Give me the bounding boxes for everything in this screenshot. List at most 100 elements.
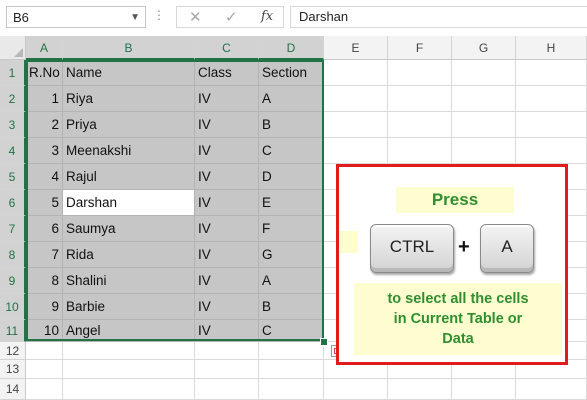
cell-b11[interactable]: Angel bbox=[63, 320, 195, 342]
cell-f1[interactable] bbox=[388, 60, 452, 86]
cell-d2[interactable]: A bbox=[259, 86, 324, 112]
row-header-4[interactable]: 4 bbox=[0, 138, 26, 164]
row-header-2[interactable]: 2 bbox=[0, 86, 26, 112]
cell-d4[interactable]: C bbox=[259, 138, 324, 164]
cell-b12[interactable] bbox=[63, 342, 195, 360]
cell-d3[interactable]: B bbox=[259, 112, 324, 138]
cell-d12[interactable] bbox=[259, 342, 324, 360]
cell-b2[interactable]: Riya bbox=[63, 86, 195, 112]
cell-c12[interactable] bbox=[195, 342, 259, 360]
cell-a14[interactable] bbox=[26, 379, 63, 400]
cell-f2[interactable] bbox=[388, 86, 452, 112]
cell-d11[interactable]: C bbox=[259, 320, 324, 342]
cell-b14[interactable] bbox=[63, 379, 195, 400]
cell-f4[interactable] bbox=[388, 138, 452, 164]
cell-g4[interactable] bbox=[452, 138, 516, 164]
row-header-6[interactable]: 6 bbox=[0, 190, 26, 216]
cell-b7[interactable]: Saumya bbox=[63, 216, 195, 242]
cell-b3[interactable]: Priya bbox=[63, 112, 195, 138]
cell-g1[interactable] bbox=[452, 60, 516, 86]
column-header-a[interactable]: A bbox=[26, 36, 63, 60]
cell-b8[interactable]: Rida bbox=[63, 242, 195, 268]
cell-f14[interactable] bbox=[388, 379, 452, 400]
cell-b1[interactable]: Name bbox=[63, 60, 195, 86]
cell-h4[interactable] bbox=[516, 138, 587, 164]
row-header-10[interactable]: 10 bbox=[0, 294, 26, 320]
cell-e2[interactable] bbox=[324, 86, 388, 112]
row-header-8[interactable]: 8 bbox=[0, 242, 26, 268]
fx-icon[interactable]: fx bbox=[261, 9, 273, 24]
cell-g14[interactable] bbox=[452, 379, 516, 400]
column-header-g[interactable]: G bbox=[452, 36, 516, 60]
cell-e14[interactable] bbox=[324, 379, 388, 400]
cell-c10[interactable]: IV bbox=[195, 294, 259, 320]
chevron-down-icon[interactable]: ▼ bbox=[130, 7, 140, 29]
cell-a12[interactable] bbox=[26, 342, 63, 360]
row-header-7[interactable]: 7 bbox=[0, 216, 26, 242]
cell-d5[interactable]: D bbox=[259, 164, 324, 190]
cell-b13[interactable] bbox=[63, 360, 195, 379]
cell-c4[interactable]: IV bbox=[195, 138, 259, 164]
cell-c1[interactable]: Class bbox=[195, 60, 259, 86]
cell-e3[interactable] bbox=[324, 112, 388, 138]
check-icon[interactable]: ✓ bbox=[225, 8, 238, 26]
cell-d13[interactable] bbox=[259, 360, 324, 379]
cell-b5[interactable]: Rajul bbox=[63, 164, 195, 190]
column-header-b[interactable]: B bbox=[63, 36, 195, 60]
cell-e1[interactable] bbox=[324, 60, 388, 86]
cell-c7[interactable]: IV bbox=[195, 216, 259, 242]
row-header-1[interactable]: 1 bbox=[0, 60, 26, 86]
cell-a4[interactable]: 3 bbox=[26, 138, 63, 164]
cell-f3[interactable] bbox=[388, 112, 452, 138]
cell-b10[interactable]: Barbie bbox=[63, 294, 195, 320]
cell-a13[interactable] bbox=[26, 360, 63, 379]
cell-d10[interactable]: B bbox=[259, 294, 324, 320]
row-header-13[interactable]: 13 bbox=[0, 360, 26, 379]
column-header-c[interactable]: C bbox=[195, 36, 259, 60]
cell-c6[interactable]: IV bbox=[195, 190, 259, 216]
formula-input[interactable]: Darshan bbox=[290, 6, 587, 28]
cell-a2[interactable]: 1 bbox=[26, 86, 63, 112]
column-header-e[interactable]: E bbox=[324, 36, 388, 60]
cell-d6[interactable]: E bbox=[259, 190, 324, 216]
cell-g3[interactable] bbox=[452, 112, 516, 138]
cell-a6[interactable]: 5 bbox=[26, 190, 63, 216]
row-header-11[interactable]: 11 bbox=[0, 320, 26, 342]
cell-a3[interactable]: 2 bbox=[26, 112, 63, 138]
column-header-f[interactable]: F bbox=[388, 36, 452, 60]
cell-a9[interactable]: 8 bbox=[26, 268, 63, 294]
fill-handle[interactable] bbox=[320, 338, 328, 346]
cell-c5[interactable]: IV bbox=[195, 164, 259, 190]
row-header-5[interactable]: 5 bbox=[0, 164, 26, 190]
x-icon[interactable]: ✕ bbox=[189, 8, 202, 26]
cell-d9[interactable]: A bbox=[259, 268, 324, 294]
name-box[interactable]: B6 ▼ bbox=[6, 6, 146, 28]
cell-a1[interactable]: R.No bbox=[26, 60, 63, 86]
cell-c11[interactable]: IV bbox=[195, 320, 259, 342]
more-options-icon[interactable]: ⋮ bbox=[153, 8, 165, 22]
cell-a11[interactable]: 10 bbox=[26, 320, 63, 342]
cell-b6[interactable]: Darshan bbox=[63, 190, 195, 216]
cell-c9[interactable]: IV bbox=[195, 268, 259, 294]
cell-a5[interactable]: 4 bbox=[26, 164, 63, 190]
cell-d1[interactable]: Section bbox=[259, 60, 324, 86]
row-header-14[interactable]: 14 bbox=[0, 379, 26, 400]
cell-d14[interactable] bbox=[259, 379, 324, 400]
cell-h2[interactable] bbox=[516, 86, 587, 112]
cell-h3[interactable] bbox=[516, 112, 587, 138]
cell-h14[interactable] bbox=[516, 379, 587, 400]
cell-b4[interactable]: Meenakshi bbox=[63, 138, 195, 164]
cell-e4[interactable] bbox=[324, 138, 388, 164]
row-header-12[interactable]: 12 bbox=[0, 342, 26, 360]
cell-a7[interactable]: 6 bbox=[26, 216, 63, 242]
cell-c3[interactable]: IV bbox=[195, 112, 259, 138]
row-header-9[interactable]: 9 bbox=[0, 268, 26, 294]
cell-a8[interactable]: 7 bbox=[26, 242, 63, 268]
cell-c14[interactable] bbox=[195, 379, 259, 400]
cell-c8[interactable]: IV bbox=[195, 242, 259, 268]
cell-a10[interactable]: 9 bbox=[26, 294, 63, 320]
column-header-d[interactable]: D bbox=[259, 36, 324, 60]
cell-c13[interactable] bbox=[195, 360, 259, 379]
cell-d8[interactable]: G bbox=[259, 242, 324, 268]
row-header-3[interactable]: 3 bbox=[0, 112, 26, 138]
